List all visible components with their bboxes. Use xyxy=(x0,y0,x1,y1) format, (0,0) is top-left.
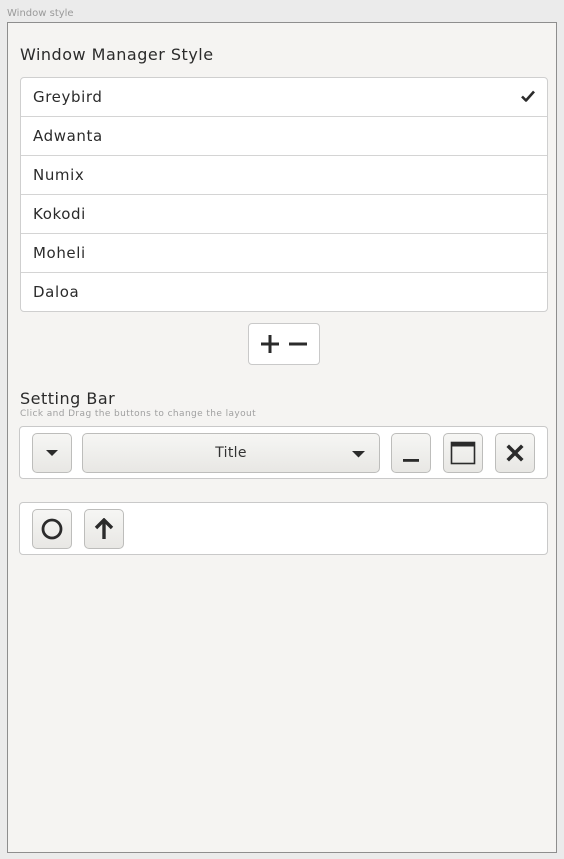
style-option-label: Numix xyxy=(33,166,85,184)
circle-icon xyxy=(41,518,63,540)
wm-style-list: Greybird Adwanta Numix Kokodi Moheli Dal… xyxy=(20,77,548,312)
minimize-button[interactable] xyxy=(391,433,431,473)
window-caption: Window style xyxy=(7,8,74,19)
checkmark-icon xyxy=(521,90,535,102)
style-option-label: Moheli xyxy=(33,244,86,262)
minimize-icon xyxy=(403,459,419,462)
stick-button[interactable] xyxy=(32,509,72,549)
style-option-label: Adwanta xyxy=(33,127,103,145)
style-option-label: Daloa xyxy=(33,283,80,301)
style-option-label: Greybird xyxy=(33,88,103,106)
caret-down-icon xyxy=(46,450,58,456)
maximize-icon xyxy=(450,441,476,465)
style-option-greybird[interactable]: Greybird xyxy=(21,78,547,117)
shade-button[interactable] xyxy=(84,509,124,549)
wm-style-heading: Window Manager Style xyxy=(20,45,214,64)
arrow-up-icon xyxy=(94,518,114,539)
close-icon xyxy=(506,444,524,462)
add-style-button[interactable] xyxy=(258,332,282,356)
setting-bar-heading: Setting Bar xyxy=(20,389,116,408)
style-option-label: Kokodi xyxy=(33,205,86,223)
active-buttons-bar: Title xyxy=(19,426,548,479)
style-option-adwanta[interactable]: Adwanta xyxy=(21,117,547,156)
style-option-daloa[interactable]: Daloa xyxy=(21,273,547,311)
setting-bar-hint: Click and Drag the buttons to change the… xyxy=(20,409,257,419)
style-option-moheli[interactable]: Moheli xyxy=(21,234,547,273)
add-remove-toolbar xyxy=(248,323,320,365)
style-option-kokodi[interactable]: Kokodi xyxy=(21,195,547,234)
window-style-dialog: Window Manager Style Greybird Adwanta Nu… xyxy=(7,22,557,853)
minus-icon xyxy=(289,342,307,346)
menu-button[interactable] xyxy=(32,433,72,473)
caret-down-icon xyxy=(352,451,365,458)
maximize-button[interactable] xyxy=(443,433,483,473)
close-button[interactable] xyxy=(495,433,535,473)
title-button[interactable]: Title xyxy=(82,433,380,473)
hidden-buttons-bar xyxy=(19,502,548,555)
title-label: Title xyxy=(215,445,247,461)
remove-style-button[interactable] xyxy=(286,332,310,356)
style-option-numix[interactable]: Numix xyxy=(21,156,547,195)
plus-icon xyxy=(261,335,279,353)
